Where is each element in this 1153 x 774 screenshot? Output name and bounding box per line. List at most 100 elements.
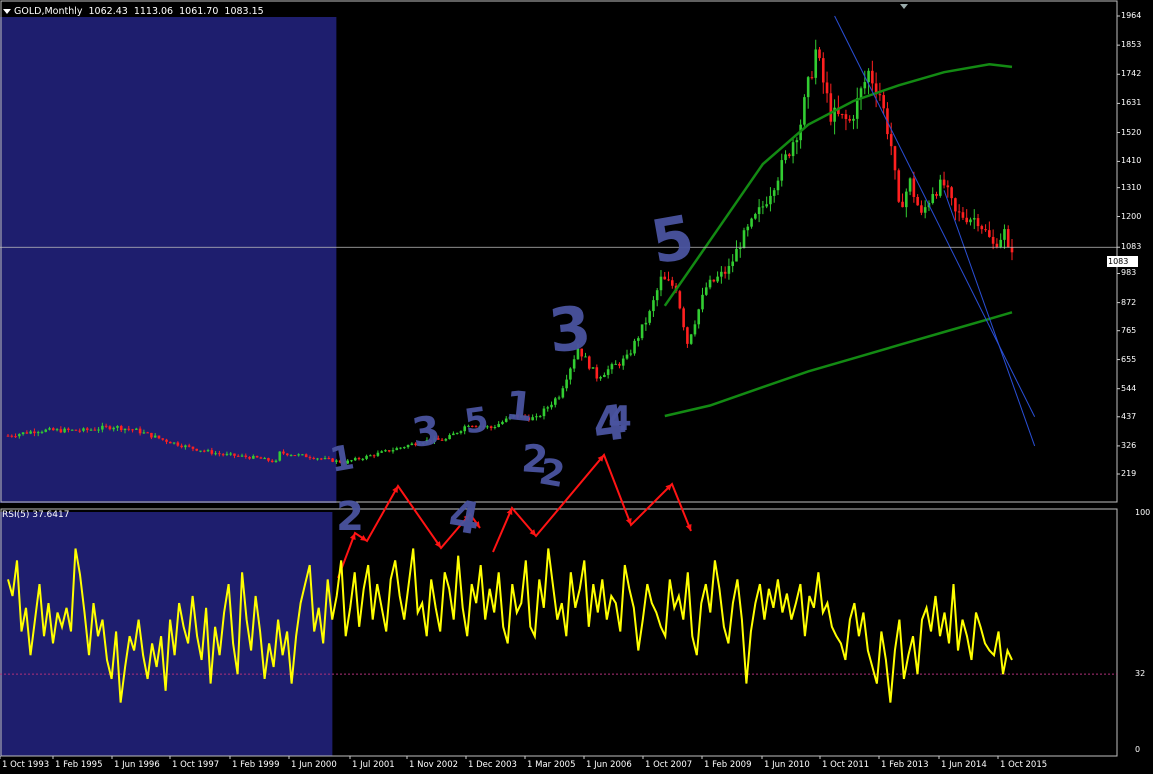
- price-tick-label: 983: [1121, 268, 1137, 278]
- candle-body: [248, 456, 251, 459]
- candle-body: [297, 454, 300, 456]
- price-tick-label: 326: [1121, 440, 1137, 450]
- candle-body: [546, 407, 550, 409]
- candle-body: [897, 170, 901, 202]
- candle: [803, 94, 806, 127]
- candle-body: [769, 195, 772, 205]
- candle-body: [686, 327, 689, 344]
- candle-body: [399, 447, 402, 449]
- candle: [682, 306, 685, 331]
- candle-body: [119, 426, 123, 431]
- candle-body: [542, 408, 546, 417]
- candle-body: [893, 146, 897, 171]
- time-tick-label: 1 Oct 2007: [645, 760, 693, 770]
- candle-body: [210, 450, 214, 454]
- candle-body: [172, 442, 176, 444]
- candle-body: [784, 154, 787, 161]
- candle-body: [961, 212, 965, 218]
- candle-body: [746, 226, 750, 231]
- rsi-header: RSI(5) 37.6417: [2, 510, 70, 520]
- candle-body: [652, 300, 655, 312]
- candle-body: [82, 428, 85, 431]
- wave-label: 2: [336, 494, 364, 540]
- candle-body: [754, 214, 757, 219]
- candle-body: [274, 460, 278, 462]
- candle-body: [569, 368, 572, 380]
- candle-body: [146, 432, 149, 434]
- candle-body: [259, 457, 263, 459]
- time-tick-label: 1 Mar 2005: [527, 760, 576, 770]
- time-tick-label: 1 Jun 2010: [764, 760, 810, 770]
- candle-body: [29, 431, 32, 434]
- wave-label: 1: [503, 383, 535, 432]
- candle-body: [365, 455, 368, 459]
- candle-body: [312, 457, 316, 459]
- candle-body: [240, 455, 244, 457]
- price-tick-label: 544: [1121, 383, 1137, 393]
- candle-body: [70, 429, 74, 431]
- candle-body: [938, 179, 942, 196]
- candle-body: [1003, 229, 1006, 240]
- candle-body: [595, 367, 599, 379]
- candle-body: [644, 322, 648, 325]
- price-tick-label: 765: [1121, 325, 1137, 335]
- price-tick-label: 1520: [1121, 127, 1142, 137]
- candle-body: [497, 424, 500, 428]
- candle-body: [818, 49, 821, 59]
- candle-body: [848, 118, 851, 121]
- candle-body: [984, 229, 987, 231]
- candle-body: [387, 450, 391, 452]
- candle-body: [693, 324, 697, 335]
- price-tick-label: 1310: [1121, 182, 1142, 192]
- candle-body: [157, 435, 161, 439]
- candle-body: [610, 364, 614, 370]
- candle-body: [791, 142, 795, 157]
- candle-body: [36, 432, 40, 434]
- time-tick-label: 1 Oct 1993: [2, 760, 50, 770]
- candle-body: [795, 140, 799, 143]
- candle-body: [187, 445, 191, 447]
- time-tick-label: 1 Feb 2009: [704, 760, 752, 770]
- candle-body: [954, 198, 957, 212]
- candle-body: [135, 428, 138, 430]
- candle-body: [806, 77, 810, 98]
- candle-body: [10, 435, 14, 437]
- time-tick-label: 1 Oct 1997: [172, 760, 220, 770]
- candle-body: [682, 308, 685, 328]
- candle-body: [74, 429, 78, 431]
- chart-header[interactable]: GOLD,Monthly 1062.43 1113.06 1061.70 108…: [3, 4, 264, 18]
- candle-body: [289, 455, 293, 457]
- candle: [742, 227, 746, 249]
- price-tick-label: 1631: [1121, 98, 1142, 108]
- candle-body: [606, 369, 610, 375]
- candle-body: [455, 432, 459, 434]
- candle-body: [772, 190, 776, 196]
- price-tick-label: 872: [1121, 297, 1137, 307]
- candle-body: [48, 428, 51, 430]
- time-tick-label: 1 Jul 2001: [352, 760, 395, 770]
- candle-body: [384, 450, 387, 452]
- dropdown-triangle-icon[interactable]: [3, 8, 11, 14]
- candle-body: [935, 194, 938, 196]
- candle-body: [931, 194, 935, 203]
- candle: [633, 338, 636, 356]
- candle-body: [161, 438, 165, 440]
- candle-body: [353, 458, 357, 461]
- candle-body: [104, 425, 108, 427]
- candle-body: [372, 455, 376, 457]
- candle-body: [991, 236, 995, 244]
- candle-body: [712, 279, 716, 282]
- candle-body: [301, 454, 304, 456]
- price-tick-label: 1742: [1121, 69, 1142, 79]
- price-tick-label: 1410: [1121, 156, 1142, 166]
- candle-body: [550, 404, 553, 408]
- candle-body: [184, 445, 187, 448]
- time-tick-label: 1 Feb 1995: [55, 760, 103, 770]
- candle-body: [286, 453, 289, 456]
- candle-body: [218, 453, 221, 455]
- candle-body: [980, 226, 984, 230]
- candle-body: [727, 266, 731, 274]
- candle-body: [689, 334, 693, 344]
- candle-body: [942, 179, 946, 186]
- low-value: 1061.70: [179, 5, 219, 17]
